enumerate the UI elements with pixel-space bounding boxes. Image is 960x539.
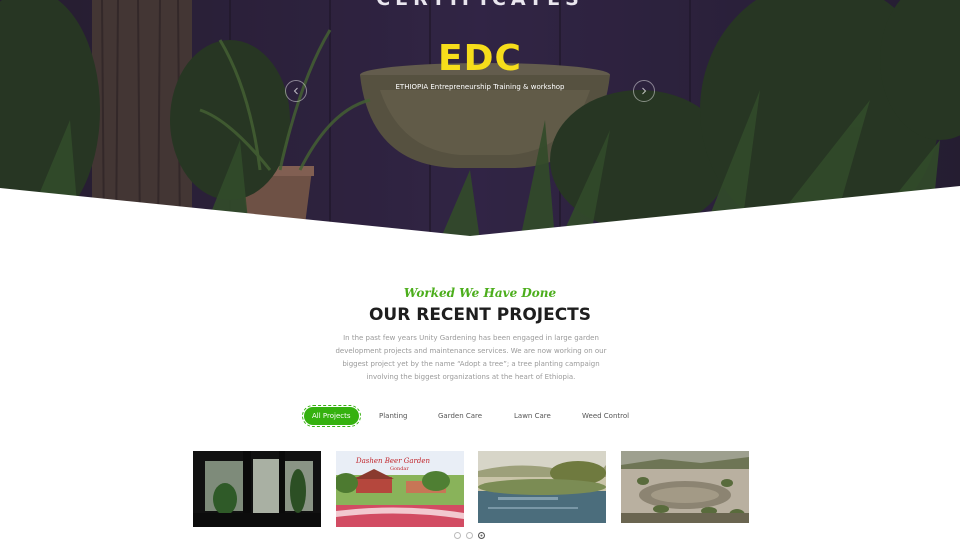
hero-subtitle: ETHIOPIA Entrepreneurship Training & wor… bbox=[395, 83, 565, 91]
slider-prev-button[interactable] bbox=[285, 80, 307, 102]
filter-planting[interactable]: Planting bbox=[379, 407, 407, 425]
hero-heading: CERTIFICATES bbox=[0, 0, 960, 10]
project-thumbnail[interactable] bbox=[621, 451, 749, 523]
filter-weed-control[interactable]: Weed Control bbox=[582, 407, 629, 425]
slider-next-button[interactable] bbox=[633, 80, 655, 102]
filter-garden-care[interactable]: Garden Care bbox=[438, 407, 482, 425]
project-thumbnail[interactable] bbox=[193, 451, 321, 527]
project-gallery: Dashen Beer Garden Gondar bbox=[0, 451, 960, 527]
section-description: In the past few years Unity Gardening ha… bbox=[335, 334, 607, 381]
thumbnail-caption: Dashen Beer Garden bbox=[355, 457, 430, 465]
hero-background-image bbox=[0, 0, 960, 240]
chevron-right-icon bbox=[642, 87, 647, 95]
project-thumbnail[interactable] bbox=[478, 451, 606, 523]
section-kicker: Worked We Have Done bbox=[403, 286, 557, 300]
project-image bbox=[621, 451, 749, 523]
hero-title: EDC bbox=[438, 38, 522, 79]
project-image bbox=[478, 451, 606, 523]
project-filters: All Projects Planting Garden Care Lawn C… bbox=[0, 405, 960, 427]
filter-lawn-care[interactable]: Lawn Care bbox=[514, 407, 551, 425]
pagination-dot-1[interactable] bbox=[454, 532, 461, 539]
pagination-dot-3[interactable] bbox=[478, 532, 485, 539]
project-image: Dashen Beer Garden Gondar bbox=[336, 451, 464, 527]
project-thumbnail[interactable]: Dashen Beer Garden Gondar bbox=[336, 451, 464, 527]
chevron-left-icon bbox=[293, 87, 298, 95]
gallery-pagination bbox=[454, 532, 485, 539]
section-title: OUR RECENT PROJECTS bbox=[368, 305, 592, 325]
thumbnail-caption-sub: Gondar bbox=[390, 466, 409, 472]
filter-all-projects[interactable]: All Projects bbox=[302, 405, 361, 427]
pagination-dot-2[interactable] bbox=[466, 532, 473, 539]
hero-slider: CERTIFICATES EDC ETHIOPIA Entrepreneursh… bbox=[0, 0, 960, 240]
project-image bbox=[193, 451, 321, 527]
